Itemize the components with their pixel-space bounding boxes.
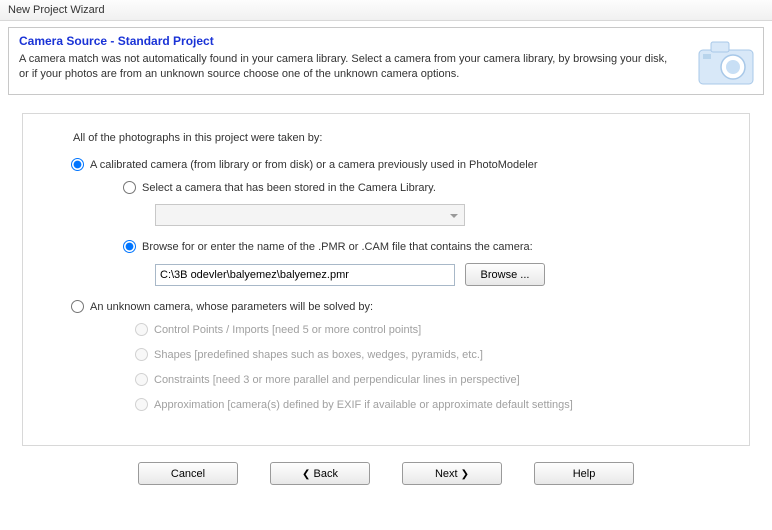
radio-constraints: [135, 373, 148, 386]
radio-library-row[interactable]: Select a camera that has been stored in …: [123, 181, 725, 194]
camera-library-combo[interactable]: [155, 204, 465, 226]
window-title: New Project Wizard: [8, 4, 105, 16]
radio-browse-label: Browse for or enter the name of the .PMR…: [142, 241, 533, 253]
radio-library-label: Select a camera that has been stored in …: [142, 182, 436, 194]
radio-approx: [135, 398, 148, 411]
radio-shapes: [135, 348, 148, 361]
help-button[interactable]: Help: [534, 462, 634, 485]
radio-constraints-row: Constraints [need 3 or more parallel and…: [135, 373, 725, 386]
radio-approx-label: Approximation [camera(s) defined by EXIF…: [154, 399, 573, 411]
radio-calibrated-row[interactable]: A calibrated camera (from library or fro…: [71, 158, 725, 171]
radio-constraints-label: Constraints [need 3 or more parallel and…: [154, 374, 520, 386]
radio-shapes-label: Shapes [predefined shapes such as boxes,…: [154, 349, 483, 361]
camera-icon: [693, 32, 759, 92]
radio-library[interactable]: [123, 181, 136, 194]
radio-browse-row[interactable]: Browse for or enter the name of the .PMR…: [123, 240, 725, 253]
radio-browse[interactable]: [123, 240, 136, 253]
header-panel: Camera Source - Standard Project A camer…: [8, 27, 764, 95]
radio-control-label: Control Points / Imports [need 5 or more…: [154, 324, 421, 336]
radio-unknown-label: An unknown camera, whose parameters will…: [90, 301, 373, 313]
radio-shapes-row: Shapes [predefined shapes such as boxes,…: [135, 348, 725, 361]
radio-calibrated[interactable]: [71, 158, 84, 171]
next-button[interactable]: Next ❯: [402, 462, 502, 485]
content-panel: All of the photographs in this project w…: [22, 113, 750, 446]
browse-button[interactable]: Browse ...: [465, 263, 545, 286]
chevron-right-icon: ❯: [461, 469, 469, 480]
chevron-left-icon: ❮: [302, 469, 310, 480]
cancel-button[interactable]: Cancel: [138, 462, 238, 485]
radio-calibrated-label: A calibrated camera (from library or fro…: [90, 159, 538, 171]
page-description: A camera match was not automatically fou…: [19, 52, 753, 82]
radio-control-row: Control Points / Imports [need 5 or more…: [135, 323, 725, 336]
back-label: Back: [313, 468, 337, 480]
back-button[interactable]: ❮ Back: [270, 462, 370, 485]
page-title: Camera Source - Standard Project: [19, 34, 753, 48]
window-titlebar: New Project Wizard: [0, 0, 772, 21]
radio-unknown[interactable]: [71, 300, 84, 313]
radio-control: [135, 323, 148, 336]
radio-unknown-row[interactable]: An unknown camera, whose parameters will…: [71, 300, 725, 313]
next-label: Next: [435, 468, 458, 480]
camera-path-input[interactable]: [155, 264, 455, 286]
radio-approx-row: Approximation [camera(s) defined by EXIF…: [135, 398, 725, 411]
intro-text: All of the photographs in this project w…: [73, 132, 725, 144]
path-row: Browse ...: [155, 263, 725, 286]
footer-buttons: Cancel ❮ Back Next ❯ Help: [0, 446, 772, 485]
